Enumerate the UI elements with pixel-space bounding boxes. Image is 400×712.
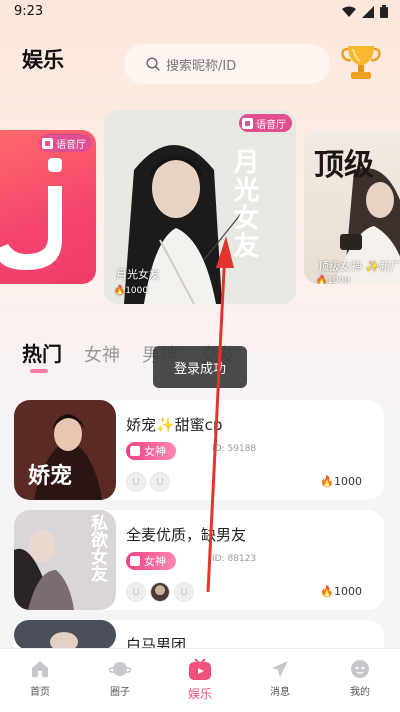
banner-left[interactable]: 语音厅 — [0, 130, 96, 284]
mic-seats: U U — [126, 472, 170, 492]
banner-room-name: 月光女友 — [116, 268, 160, 281]
nav-label: 圈子 — [110, 687, 130, 698]
search-icon — [146, 57, 160, 71]
nav-label: 首页 — [30, 687, 50, 698]
banner-center-calligraphy: 月光女友 — [229, 148, 259, 260]
face-icon — [351, 660, 369, 678]
paper-plane-icon — [272, 661, 288, 677]
banner-left-art — [0, 158, 62, 270]
nav-circle[interactable]: 圈子 — [80, 649, 160, 712]
battery-icon — [380, 5, 388, 18]
toast-message: 登录成功 — [153, 346, 247, 388]
room-thumbnail: 私欲女友 — [14, 510, 116, 610]
cellular-signal-icon — [362, 5, 374, 18]
search-input[interactable]: 搜索昵称/ID — [124, 44, 330, 84]
room-heat: 🔥1000 — [320, 585, 362, 598]
room-tag: 女神 — [126, 552, 176, 570]
banner-right-calligraphy: 顶级 — [314, 148, 374, 183]
room-type-badge: 语音厅 — [39, 134, 92, 152]
empty-seat: U — [126, 582, 146, 602]
room-thumb-text: 私欲女友 — [87, 514, 107, 582]
room-type-badge-label: 语音厅 — [256, 119, 286, 131]
empty-seat: U — [150, 472, 170, 492]
banner-right[interactable]: 顶级 顶级女神 ✨新厂 🔥1000 — [304, 130, 400, 284]
banner-room-name: 顶级女神 ✨新厂 — [318, 260, 400, 273]
room-thumbnail: 娇宠 — [14, 400, 116, 500]
room-card[interactable]: 私欲女友 全麦优质，缺男友 女神 ID: 88123 U U 🔥1000 — [14, 510, 384, 610]
home-icon — [32, 661, 48, 677]
tab-goddess[interactable]: 女神 — [84, 341, 120, 367]
planet-icon — [109, 662, 131, 676]
room-thumb-text: 娇宠 — [28, 463, 73, 489]
mic-seats: U U — [126, 582, 194, 602]
status-time: 9:23 — [14, 4, 44, 19]
empty-seat: U — [126, 472, 146, 492]
room-id: ID: 59188 — [212, 444, 257, 454]
trophy-icon[interactable] — [340, 40, 382, 84]
room-tag: 女神 — [126, 442, 176, 460]
status-bar: 9:23 — [0, 0, 400, 24]
banner-center[interactable]: 语音厅 月光女友 月光女友 🔥1000 — [104, 110, 296, 304]
bottom-navigation: 首页 圈子 娱乐 消息 我的 — [0, 648, 400, 712]
empty-seat: U — [174, 582, 194, 602]
nav-label: 娱乐 — [187, 687, 212, 701]
nav-label: 我的 — [350, 687, 370, 698]
nav-profile[interactable]: 我的 — [320, 649, 400, 712]
room-heat: 🔥1000 — [320, 475, 362, 488]
nav-label: 消息 — [270, 687, 290, 698]
search-placeholder: 搜索昵称/ID — [166, 58, 237, 74]
room-type-badge: 语音厅 — [239, 114, 292, 132]
room-title: 娇宠✨甜蜜cp — [126, 416, 223, 434]
room-id: ID: 88123 — [212, 554, 257, 564]
page-title: 娱乐 — [22, 48, 64, 72]
nav-entertainment[interactable]: 娱乐 — [160, 649, 240, 712]
wifi-icon — [342, 6, 356, 17]
room-title: 全麦优质，缺男友 — [126, 526, 247, 544]
banner-room-heat: 🔥1000 — [114, 286, 149, 296]
tab-hot[interactable]: 热门 — [22, 338, 62, 373]
room-card[interactable]: 娇宠 娇宠✨甜蜜cp 女神 ID: 59188 U U 🔥1000 — [14, 400, 384, 500]
tv-icon — [189, 659, 211, 680]
user-avatar — [150, 582, 170, 602]
banner-room-heat: 🔥1000 — [316, 276, 351, 284]
nav-messages[interactable]: 消息 — [240, 649, 320, 712]
status-icons — [342, 5, 388, 18]
room-tag-label: 女神 — [144, 555, 166, 568]
room-thumbnail — [14, 620, 116, 650]
room-tag-label: 女神 — [144, 445, 166, 458]
nav-home[interactable]: 首页 — [0, 649, 80, 712]
